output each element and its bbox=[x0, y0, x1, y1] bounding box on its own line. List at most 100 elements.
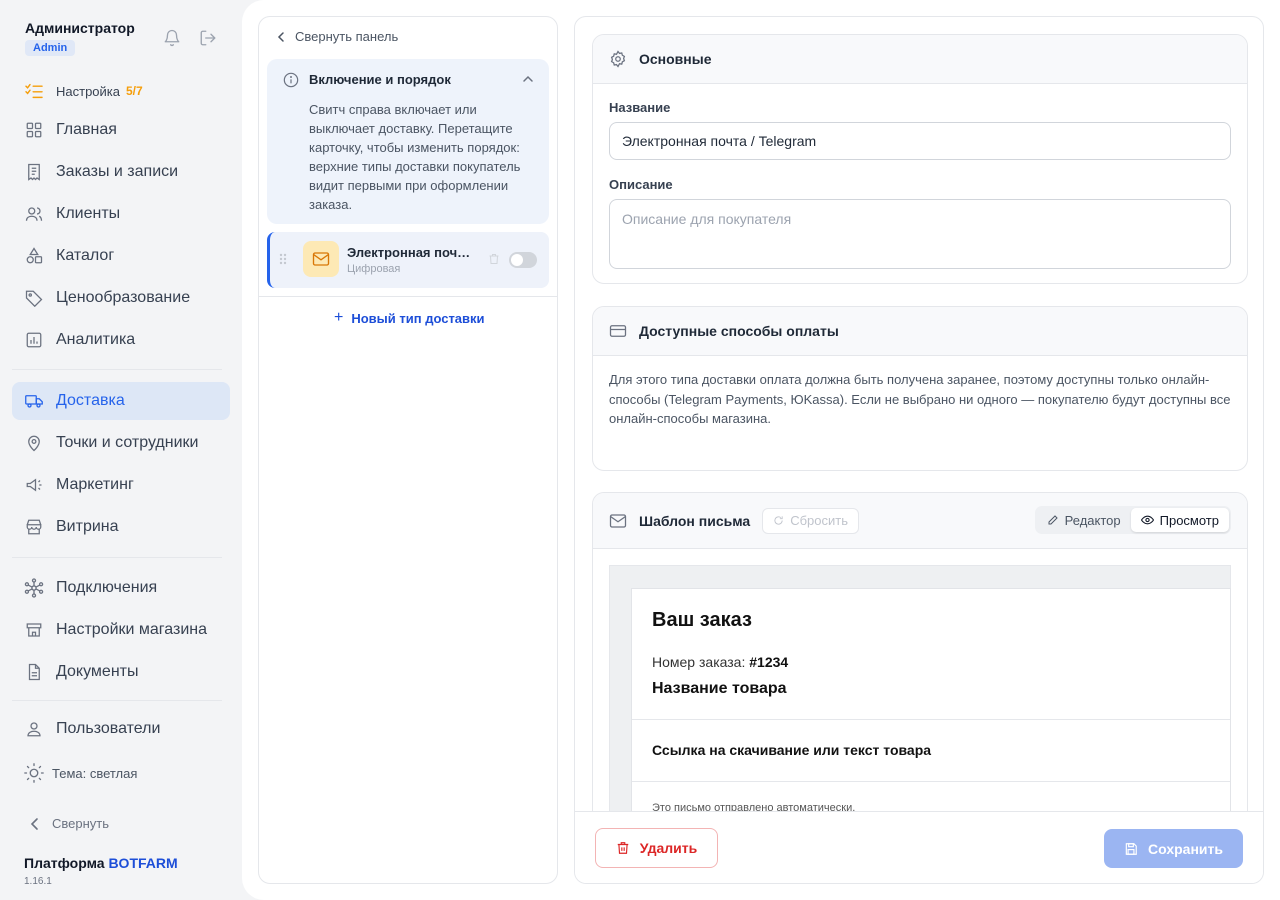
nav-label: Документы bbox=[56, 663, 139, 680]
platform-version: 1.16.1 bbox=[24, 876, 52, 887]
delivery-type-card[interactable]: Электронная почта / Telegram Цифровая bbox=[267, 232, 549, 288]
platform-name: Платформа BOTFARM bbox=[24, 855, 178, 871]
new-type-label: Новый тип доставки bbox=[351, 310, 485, 326]
sun-icon bbox=[24, 763, 44, 783]
collapse-sidebar-button[interactable]: Свернуть bbox=[30, 816, 109, 831]
card-title: Электронная почта / Telegram bbox=[347, 245, 472, 260]
section-header: Основные bbox=[593, 35, 1247, 84]
nav-label: Пользователи bbox=[56, 720, 161, 737]
info-text: Свитч справа включает или выключает дост… bbox=[309, 102, 521, 212]
collapse-panel-label: Свернуть панель bbox=[295, 29, 399, 44]
save-button[interactable]: Сохранить bbox=[1104, 829, 1243, 868]
email-divider bbox=[632, 719, 1230, 720]
toggle-knob bbox=[511, 254, 523, 266]
action-footer: Удалить Сохранить bbox=[575, 811, 1263, 883]
nav-item-documents[interactable]: Документы bbox=[12, 653, 230, 691]
section-header: Доступные способы оплаты bbox=[593, 307, 1247, 356]
tag-icon bbox=[24, 288, 44, 308]
editor-tab[interactable]: Редактор bbox=[1037, 508, 1131, 532]
eye-icon bbox=[1140, 514, 1154, 526]
nav-item-orders[interactable]: Заказы и записи bbox=[12, 153, 230, 191]
nav-label: Витрина bbox=[56, 518, 119, 535]
section-title: Основные bbox=[639, 51, 712, 67]
description-textarea[interactable]: Описание для покупателя bbox=[609, 199, 1231, 269]
preview-label: Просмотр bbox=[1159, 512, 1219, 528]
nav-label: Аналитика bbox=[56, 331, 136, 348]
nav-item-pricing[interactable]: Ценообразование bbox=[12, 279, 230, 317]
info-title: Включение и порядок bbox=[309, 72, 451, 87]
bell-icon[interactable] bbox=[163, 29, 181, 47]
role-badge: Admin bbox=[25, 40, 76, 56]
reset-label: Сбросить bbox=[790, 513, 848, 528]
trash-icon bbox=[616, 841, 640, 855]
map-pin-icon bbox=[24, 433, 44, 453]
email-preview-frame: Ваш заказ Номер заказа: #1234 Название т… bbox=[609, 565, 1231, 828]
nav-divider bbox=[12, 369, 222, 370]
users-icon bbox=[24, 204, 44, 224]
nav-item-store-settings[interactable]: Настройки магазина bbox=[12, 611, 230, 649]
email-preview: Ваш заказ Номер заказа: #1234 Название т… bbox=[631, 588, 1231, 828]
name-input[interactable]: Электронная почта / Telegram bbox=[609, 122, 1231, 160]
setup-label: Настройка bbox=[56, 83, 120, 99]
chevron-up-icon[interactable] bbox=[521, 72, 535, 86]
reset-button[interactable]: Сбросить bbox=[762, 507, 859, 534]
delete-button[interactable]: Удалить bbox=[595, 828, 718, 868]
nav-item-analytics[interactable]: Аналитика bbox=[12, 321, 230, 359]
store-icon bbox=[24, 620, 44, 640]
nav-item-catalog[interactable]: Каталог bbox=[12, 237, 230, 275]
email-divider bbox=[632, 781, 1230, 782]
theme-toggle[interactable]: Тема: светлая bbox=[24, 763, 137, 783]
platform-brand: BOTFARM bbox=[108, 855, 178, 871]
delete-label: Удалить bbox=[639, 840, 698, 856]
view-mode-switch: Редактор Просмотр bbox=[1034, 506, 1231, 534]
nav-item-users[interactable]: Пользователи bbox=[12, 710, 230, 748]
section-title: Доступные способы оплаты bbox=[639, 323, 839, 339]
grid-icon bbox=[24, 120, 44, 140]
nav-label: Главная bbox=[56, 121, 117, 138]
network-icon bbox=[24, 578, 44, 598]
setup-progress[interactable]: Настройка 5/7 bbox=[24, 82, 143, 100]
logout-icon[interactable] bbox=[199, 29, 217, 47]
gear-icon bbox=[609, 50, 627, 68]
section-header: Шаблон письма Сбросить Редактор Просмотр bbox=[593, 493, 1247, 549]
save-label: Сохранить bbox=[1148, 840, 1223, 857]
user-icon bbox=[24, 719, 44, 739]
section-basic: Основные Название Электронная почта / Te… bbox=[592, 34, 1248, 284]
nav-item-storefront[interactable]: Витрина bbox=[12, 508, 230, 546]
nav-label: Клиенты bbox=[56, 205, 121, 222]
nav-divider bbox=[12, 557, 222, 558]
editor-label: Редактор bbox=[1064, 512, 1121, 528]
mail-icon bbox=[303, 241, 339, 277]
nav-item-points[interactable]: Точки и сотрудники bbox=[12, 424, 230, 462]
email-download-link: Ссылка на скачивание или текст товара bbox=[652, 742, 932, 758]
name-label: Название bbox=[609, 100, 671, 115]
delivery-type-detail: Основные Название Электронная почта / Te… bbox=[574, 16, 1264, 884]
refresh-icon bbox=[773, 515, 784, 526]
delivery-types-panel: Свернуть панель Включение и порядок Свит… bbox=[258, 16, 558, 884]
nav-item-marketing[interactable]: Маркетинг bbox=[12, 466, 230, 504]
email-heading: Ваш заказ bbox=[652, 609, 752, 631]
email-order-number: #1234 bbox=[749, 654, 789, 670]
nav-divider bbox=[12, 700, 222, 701]
theme-label: Тема: светлая bbox=[52, 765, 138, 781]
nav-label: Каталог bbox=[56, 247, 115, 264]
preview-tab[interactable]: Просмотр bbox=[1130, 508, 1229, 532]
trash-icon[interactable] bbox=[488, 252, 500, 266]
platform-prefix: Платформа bbox=[24, 855, 105, 871]
pencil-icon bbox=[1047, 514, 1059, 526]
new-delivery-type-button[interactable]: + Новый тип доставки bbox=[334, 309, 485, 327]
nav-label: Маркетинг bbox=[56, 476, 134, 493]
nav-item-connections[interactable]: Подключения bbox=[12, 569, 230, 607]
enable-toggle[interactable] bbox=[509, 252, 537, 268]
collapse-panel-button[interactable]: Свернуть панель bbox=[277, 29, 398, 44]
email-product-name: Название товара bbox=[652, 680, 787, 697]
drag-handle-icon[interactable] bbox=[278, 252, 288, 266]
document-icon bbox=[24, 662, 44, 682]
mail-icon bbox=[609, 513, 627, 529]
nav-item-home[interactable]: Главная bbox=[12, 111, 230, 149]
shapes-icon bbox=[24, 246, 44, 266]
nav-item-clients[interactable]: Клиенты bbox=[12, 195, 230, 233]
nav-item-delivery[interactable]: Доставка bbox=[12, 382, 230, 420]
chevron-left-icon bbox=[277, 31, 285, 43]
nav-label: Точки и сотрудники bbox=[56, 434, 199, 451]
